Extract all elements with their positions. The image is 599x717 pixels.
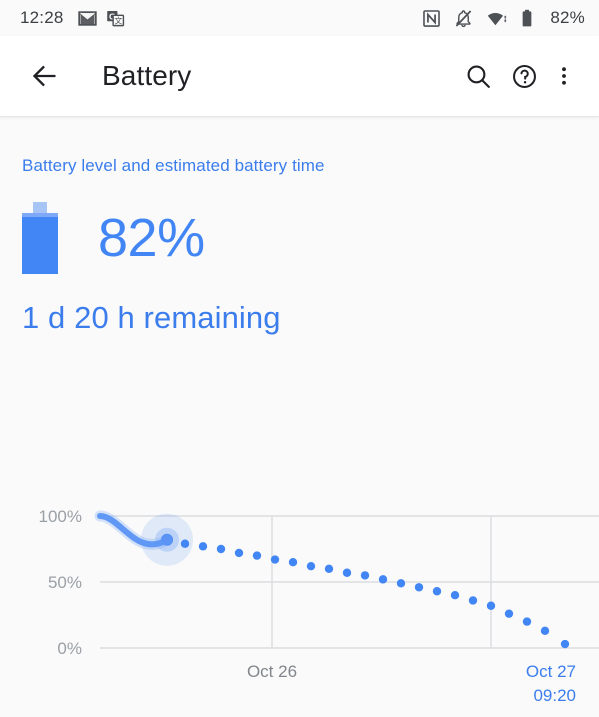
- chart-x-axis-labels: Oct 26 Oct 27 09:20: [247, 662, 576, 705]
- status-bar: 12:28 G 文 82%: [0, 0, 599, 36]
- status-notification-icons: G 文: [77, 9, 125, 28]
- svg-text:Oct 26: Oct 26: [247, 662, 297, 681]
- battery-chart[interactable]: 100% 50% 0% Oct 26 Oct 27 09:20: [0, 483, 599, 717]
- projection-dot: [288, 558, 298, 567]
- projection-dot: [216, 544, 226, 554]
- projection-dot: [396, 579, 406, 588]
- search-button[interactable]: [455, 53, 501, 99]
- app-bar: Battery: [0, 36, 599, 117]
- projection-dot: [432, 587, 442, 596]
- svg-text:09:20: 09:20: [533, 686, 576, 705]
- chart-projection-series: [180, 539, 570, 649]
- wifi-icon: [488, 12, 507, 25]
- battery-content: Battery level and estimated battery time…: [0, 117, 599, 705]
- battery-percent-value: 82%: [98, 208, 205, 268]
- search-icon: [467, 65, 490, 88]
- google-translate-icon: G 文: [106, 10, 124, 26]
- status-system-icons: 82%: [422, 8, 585, 28]
- back-arrow-icon: [32, 65, 56, 87]
- projection-dot: [198, 542, 208, 551]
- battery-level-row: 82%: [22, 202, 599, 274]
- help-button[interactable]: [501, 53, 547, 99]
- battery-icon-nub: [33, 202, 47, 213]
- projection-dot: [414, 583, 424, 592]
- overflow-menu-button[interactable]: [547, 53, 581, 99]
- section-title: Battery level and estimated battery time: [22, 156, 325, 175]
- notifications-off-icon: [456, 9, 472, 27]
- projection-dot: [306, 561, 316, 571]
- projection-dot: [378, 575, 388, 584]
- status-clock: 12:28: [20, 8, 64, 27]
- battery-icon: [523, 9, 532, 26]
- projection-dot: [522, 617, 532, 626]
- chart-y-axis-labels: 100% 50% 0%: [39, 507, 82, 658]
- overflow-menu-icon: [562, 67, 566, 85]
- nfc-icon: [423, 9, 441, 27]
- projection-dot: [486, 601, 496, 610]
- projection-dot: [560, 639, 570, 649]
- gmail-icon: [77, 10, 97, 26]
- battery-icon-body: [22, 213, 58, 274]
- projection-dot: [450, 591, 460, 600]
- svg-text:0%: 0%: [57, 639, 82, 658]
- svg-text:Oct 27: Oct 27: [526, 662, 576, 681]
- projection-dot: [234, 548, 244, 558]
- help-icon: [512, 64, 536, 88]
- page-title: Battery: [102, 60, 192, 91]
- svg-text:50%: 50%: [48, 573, 82, 592]
- projection-dot: [468, 596, 478, 605]
- battery-remaining-text: 1 d 20 h remaining: [22, 300, 281, 335]
- projection-dot: [180, 539, 190, 548]
- projection-dot: [504, 609, 514, 618]
- svg-text:100%: 100%: [39, 507, 82, 526]
- projection-dot: [252, 551, 262, 560]
- battery-level-icon: [22, 202, 58, 274]
- projection-dot: [342, 568, 352, 577]
- projection-dot: [360, 571, 370, 580]
- projection-dot: [324, 564, 334, 573]
- status-battery-percent: 82%: [550, 8, 585, 27]
- back-button[interactable]: [22, 53, 68, 99]
- projection-dot: [540, 626, 550, 636]
- svg-text:文: 文: [114, 15, 122, 25]
- projection-dot: [270, 555, 280, 564]
- battery-icon-body-top: [22, 213, 58, 217]
